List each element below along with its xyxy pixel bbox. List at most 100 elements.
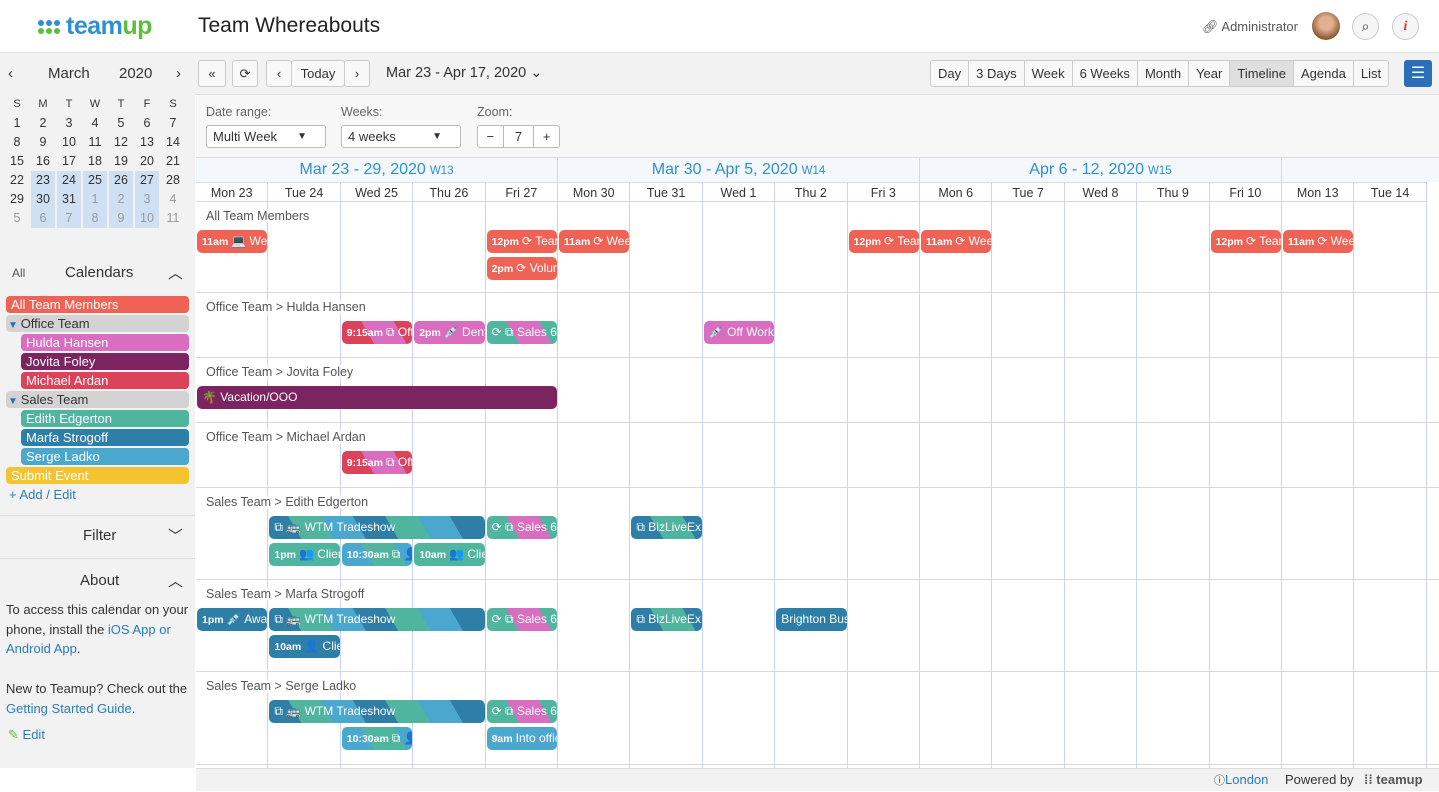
next-month-icon[interactable]: ›	[176, 65, 181, 82]
next-button[interactable]: ›	[344, 60, 370, 87]
event[interactable]: 🌴 Vacation/OOO	[197, 386, 557, 409]
day-header[interactable]: Fri 27	[485, 182, 558, 202]
event[interactable]: 10am👥 Client	[414, 543, 485, 566]
filter-header[interactable]: Filter ﹀	[0, 523, 195, 557]
mini-day[interactable]: 7	[161, 114, 185, 133]
caret-down-icon[interactable]: ▼	[8, 320, 21, 331]
mini-day[interactable]: 11	[83, 133, 107, 152]
calendar-item[interactable]: Serge Ladko	[21, 448, 189, 465]
event[interactable]: 12pm⟳ Team	[486, 230, 557, 253]
mini-day[interactable]: 30	[31, 190, 55, 209]
mini-day[interactable]: 5	[5, 209, 29, 228]
mini-day[interactable]: 13	[135, 133, 159, 152]
mini-day[interactable]: 14	[161, 133, 185, 152]
event[interactable]: 1pm💉 Away	[197, 608, 268, 631]
event[interactable]: ⟳ ⧉ Sales 6	[486, 608, 557, 631]
event[interactable]: 2pm💉 Dentist	[414, 321, 485, 344]
mini-day[interactable]: 16	[31, 152, 55, 171]
view-week[interactable]: Week	[1025, 61, 1073, 86]
event[interactable]: 10:30am ⧉ 👤	[341, 543, 413, 566]
mini-day[interactable]: 17	[57, 152, 81, 171]
event[interactable]: ⟳ ⧉ Sales 6	[486, 321, 557, 344]
mini-day[interactable]: 20	[135, 152, 159, 171]
day-header[interactable]: Wed 8	[1064, 182, 1138, 202]
mini-day[interactable]: 12	[109, 133, 133, 152]
mini-day[interactable]: 22	[5, 171, 29, 190]
mini-day[interactable]: 9	[31, 133, 55, 152]
mini-day[interactable]: 6	[135, 114, 159, 133]
view-6-weeks[interactable]: 6 Weeks	[1073, 61, 1138, 86]
event[interactable]: 12pm⟳ Team	[848, 230, 919, 253]
calendars-header[interactable]: All Calendars ︿	[0, 258, 195, 292]
zoom-value[interactable]: 7	[504, 126, 534, 147]
edit-about-link[interactable]: ✎ Edit	[8, 725, 193, 745]
refresh-icon[interactable]: ⟳	[232, 60, 258, 87]
mini-day[interactable]: 26	[109, 171, 133, 190]
day-header[interactable]: Thu 2	[775, 182, 848, 202]
caret-down-icon[interactable]: ▼	[8, 396, 21, 407]
view-agenda[interactable]: Agenda	[1294, 61, 1354, 86]
mini-day[interactable]: 23	[31, 171, 55, 190]
event[interactable]: 💉 Off Work	[703, 321, 775, 344]
calendar-item[interactable]: Marfa Strogoff	[21, 429, 189, 446]
view-timeline[interactable]: Timeline	[1230, 61, 1295, 86]
mini-day[interactable]: 4	[161, 190, 185, 209]
mini-day[interactable]: 2	[109, 190, 133, 209]
event[interactable]: ⧉ 🚌 WTM Tradeshow	[269, 700, 485, 723]
mini-day[interactable]: 2	[31, 114, 55, 133]
mini-day[interactable]: 3	[57, 114, 81, 133]
view-day[interactable]: Day	[931, 61, 970, 86]
all-calendars-toggle[interactable]: All	[12, 266, 25, 280]
calendar-item[interactable]: Submit Event	[6, 467, 189, 484]
calendar-item[interactable]: All Team Members	[6, 296, 189, 313]
user-menu[interactable]: 🔗︎ Administrator	[1202, 19, 1298, 35]
event[interactable]: 9:15am⧉ Office	[341, 321, 413, 344]
event[interactable]: 11am⟳ Weekly	[921, 230, 992, 253]
mini-day[interactable]: 18	[83, 152, 107, 171]
event[interactable]: ⧉ 🚌 WTM Tradeshow	[269, 516, 485, 539]
event[interactable]: ⟳ ⧉ Sales 6	[486, 700, 557, 723]
mini-day[interactable]: 21	[161, 152, 185, 171]
event[interactable]: 11am⟳ Weekly	[559, 230, 630, 253]
mini-day[interactable]: 10	[135, 209, 159, 228]
event[interactable]: ⟳ ⧉ Sales 6	[486, 516, 557, 539]
mini-day[interactable]: 15	[5, 152, 29, 171]
mini-day[interactable]: 4	[83, 114, 107, 133]
mini-day[interactable]: 31	[57, 190, 81, 209]
view-3-days[interactable]: 3 Days	[969, 61, 1025, 86]
day-header[interactable]: Fri 10	[1209, 182, 1282, 202]
day-header[interactable]: Fri 3	[847, 182, 920, 202]
timezone-link[interactable]: ⓘLondon	[1214, 769, 1268, 792]
day-header[interactable]: Mon 23	[196, 182, 269, 202]
calendar-item[interactable]: Jovita Foley	[21, 353, 189, 370]
event[interactable]: 10:30am ⧉ 👤	[341, 727, 413, 750]
weeks-select[interactable]: 4 weeks ▼	[341, 125, 461, 148]
mini-day[interactable]: 10	[57, 133, 81, 152]
mini-day[interactable]: 8	[5, 133, 29, 152]
day-header[interactable]: Tue 14	[1354, 182, 1427, 202]
prev-month-icon[interactable]: ‹	[8, 65, 13, 82]
mini-day[interactable]: 25	[83, 171, 107, 190]
mini-day[interactable]: 11	[161, 209, 185, 228]
edit-label[interactable]: Edit	[23, 727, 45, 742]
event[interactable]: ⧉ 🚌 WTM Tradeshow	[269, 608, 485, 631]
zoom-out-button[interactable]: −	[478, 126, 504, 147]
add-edit-calendars-link[interactable]: + Add / Edit	[9, 487, 76, 502]
prev-button[interactable]: ‹	[266, 60, 292, 87]
date-range-picker[interactable]: Mar 23 - Apr 17, 2020 ⌄	[386, 65, 542, 81]
event[interactable]: ⧉ BizLiveEx	[631, 516, 702, 539]
event[interactable]: 9:15am⧉ Office	[341, 451, 413, 474]
day-header[interactable]: Wed 1	[702, 182, 776, 202]
day-header[interactable]: Mon 13	[1282, 182, 1355, 202]
event[interactable]: ⧉ BizLiveEx	[631, 608, 702, 631]
teamup-footer-logo[interactable]: ⁞⁞ teamup	[1364, 769, 1423, 791]
day-header[interactable]: Mon 6	[920, 182, 993, 202]
chevron-up-icon[interactable]: ︿	[168, 262, 183, 283]
chevron-down-icon[interactable]: ﹀	[168, 525, 183, 546]
event[interactable]: 11am⟳ Weekly	[1283, 230, 1354, 253]
menu-icon[interactable]: ☰	[1404, 60, 1432, 87]
day-header[interactable]: Tue 24	[268, 182, 341, 202]
date-range-select[interactable]: Multi Week ▼	[206, 125, 326, 148]
mini-day[interactable]: 9	[109, 209, 133, 228]
calendar-item[interactable]: Hulda Hansen	[21, 334, 189, 351]
